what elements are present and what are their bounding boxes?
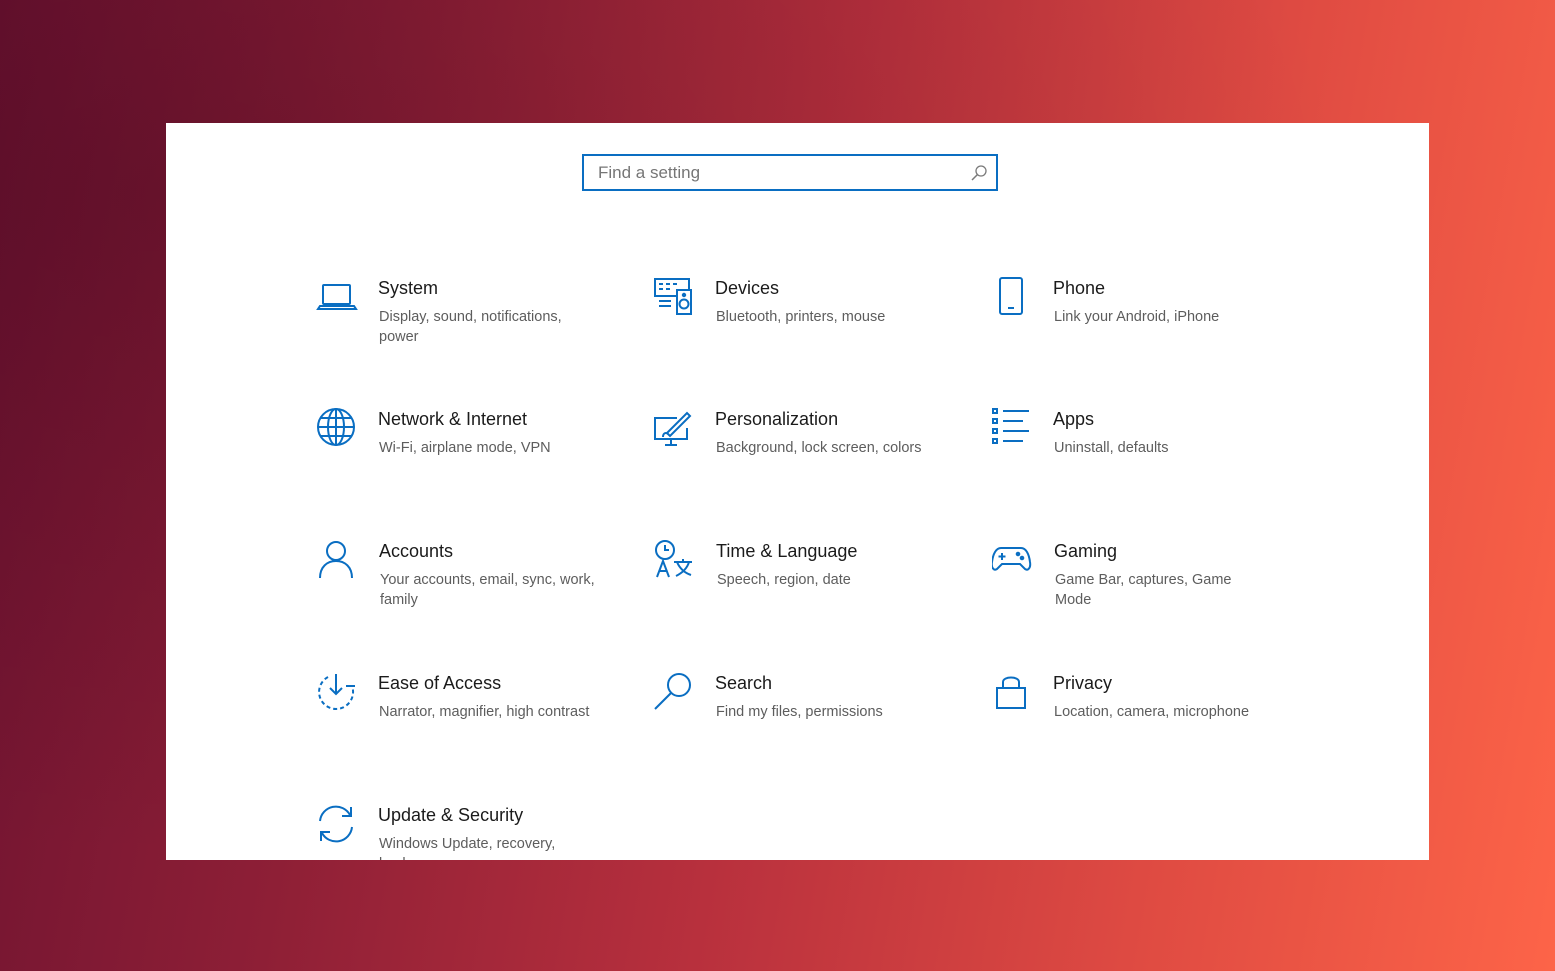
tile-title: Ease of Access: [378, 673, 502, 693]
search-input[interactable]: [584, 156, 978, 189]
magnifier-icon: [653, 672, 695, 714]
tile-gaming[interactable]: Gaming Game Bar, captures, Game Mode: [992, 540, 1292, 630]
tile-description: Link your Android, iPhone: [1054, 309, 1220, 325]
time-language-icon: [654, 540, 696, 582]
tile-description: Uninstall, defaults: [1054, 440, 1169, 456]
tile-title: Personalization: [715, 409, 839, 429]
tile-devices[interactable]: Devices Bluetooth, printers, mouse: [653, 277, 953, 367]
tile-accounts[interactable]: Accounts Your accounts, email, sync, wor…: [317, 540, 617, 630]
tile-time-language[interactable]: Time & Language Speech, region, date: [654, 540, 954, 630]
tile-ease-of-access[interactable]: Ease of Access Narrator, magnifier, high…: [316, 672, 616, 762]
paint-brush-icon: [653, 408, 695, 450]
tile-apps[interactable]: Apps Uninstall, defaults: [991, 408, 1291, 498]
tile-privacy[interactable]: Privacy Location, camera, microphone: [991, 672, 1291, 762]
tile-network-internet[interactable]: Network & Internet Wi-Fi, airplane mode,…: [316, 408, 616, 498]
search-box[interactable]: [582, 154, 998, 191]
sync-arrows-icon: [316, 804, 358, 846]
laptop-icon: [316, 277, 358, 319]
ease-of-access-icon: [316, 672, 358, 714]
tile-description: Wi-Fi, airplane mode, VPN: [379, 440, 551, 456]
phone-icon: [991, 277, 1033, 319]
tile-system[interactable]: System Display, sound, notifications, po…: [316, 277, 616, 367]
tile-title: Search: [715, 673, 773, 693]
globe-icon: [316, 408, 358, 450]
tile-description: Find my files, permissions: [716, 704, 883, 720]
tile-description: Game Bar, captures, Game Mode: [1055, 572, 1232, 608]
person-icon: [317, 540, 359, 582]
search-icon[interactable]: [970, 164, 988, 182]
tile-title: System: [378, 278, 439, 298]
settings-window: System Display, sound, notifications, po…: [166, 123, 1429, 860]
tile-title: Network & Internet: [378, 409, 528, 429]
tile-title: Gaming: [1054, 541, 1118, 561]
tile-personalization[interactable]: Personalization Background, lock screen,…: [653, 408, 953, 498]
tile-title: Devices: [715, 278, 780, 298]
tile-title: Apps: [1053, 409, 1095, 429]
tile-title: Accounts: [379, 541, 454, 561]
tile-description: Bluetooth, printers, mouse: [716, 309, 886, 325]
tile-update-security[interactable]: Update & Security Windows Update, recove…: [316, 804, 616, 860]
tile-description: Your accounts, email, sync, work, family: [380, 572, 595, 608]
tile-description: Display, sound, notifications, power: [379, 309, 562, 345]
tile-description: Speech, region, date: [717, 572, 851, 588]
tile-description: Background, lock screen, colors: [716, 440, 922, 456]
tile-phone[interactable]: Phone Link your Android, iPhone: [991, 277, 1291, 367]
tile-title: Update & Security: [378, 805, 524, 825]
tile-search[interactable]: Search Find my files, permissions: [653, 672, 953, 762]
tile-description: Narrator, magnifier, high contrast: [379, 704, 590, 720]
lock-icon: [991, 672, 1033, 714]
tile-title: Privacy: [1053, 673, 1113, 693]
gamepad-icon: [992, 540, 1034, 582]
devices-icon: [653, 277, 695, 319]
tile-title: Phone: [1053, 278, 1106, 298]
tile-description: Location, camera, microphone: [1054, 704, 1250, 720]
tile-title: Time & Language: [716, 541, 858, 561]
apps-list-icon: [991, 408, 1033, 450]
tile-description: Windows Update, recovery, backup: [379, 836, 556, 860]
